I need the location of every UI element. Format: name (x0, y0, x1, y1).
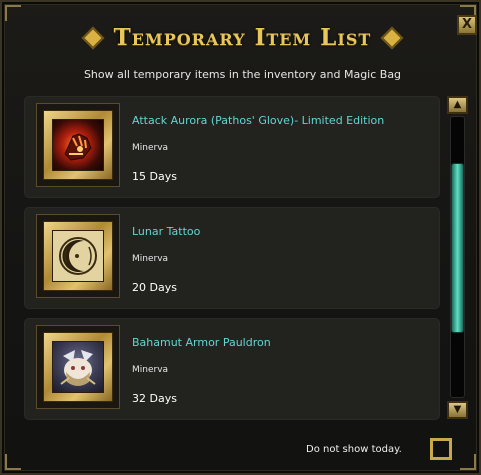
close-button[interactable]: X (457, 15, 477, 35)
title-bar: Temporary Item List (2, 24, 481, 58)
list-item[interactable]: Lunar Tattoo Minerva 20 Days (24, 207, 440, 309)
gauntlet-icon (52, 119, 104, 171)
window-title: Temporary Item List (113, 24, 372, 51)
diamond-ornament-icon (381, 26, 404, 49)
item-slot[interactable] (36, 214, 120, 298)
item-owner: Minerva (132, 143, 169, 153)
temporary-item-list-window: Temporary Item List X Show all temporary… (0, 0, 481, 475)
item-owner: Minerva (132, 365, 169, 375)
scroll-track[interactable] (450, 116, 465, 398)
item-slot[interactable] (36, 103, 120, 187)
do-not-show-checkbox[interactable] (430, 438, 452, 460)
do-not-show-label: Do not show today. (306, 444, 402, 455)
item-name: Lunar Tattoo (132, 225, 201, 238)
frame-corner (5, 454, 21, 470)
item-list: Attack Aurora (Pathos' Glove)- Limited E… (24, 96, 442, 420)
scroll-thumb[interactable] (451, 163, 464, 333)
window-subtitle: Show all temporary items in the inventor… (83, 68, 402, 81)
item-name: Bahamut Armor Pauldron (132, 336, 271, 349)
pauldron-icon (52, 341, 104, 393)
item-name: Attack Aurora (Pathos' Glove)- Limited E… (132, 114, 385, 127)
scrollbar[interactable]: ▲ ▼ (447, 96, 468, 419)
item-duration: 20 Days (132, 281, 177, 294)
frame-corner (460, 454, 476, 470)
diamond-ornament-icon (81, 26, 104, 49)
moon-tattoo-icon (52, 230, 104, 282)
scroll-down-button[interactable]: ▼ (447, 401, 468, 419)
scroll-up-button[interactable]: ▲ (447, 96, 468, 114)
list-item[interactable]: Attack Aurora (Pathos' Glove)- Limited E… (24, 96, 440, 198)
frame-corner (5, 5, 21, 21)
item-duration: 32 Days (132, 392, 177, 405)
item-owner: Minerva (132, 254, 169, 264)
item-slot[interactable] (36, 325, 120, 409)
list-item[interactable]: Bahamut Armor Pauldron Minerva 32 Days (24, 318, 440, 420)
item-duration: 15 Days (132, 170, 177, 183)
